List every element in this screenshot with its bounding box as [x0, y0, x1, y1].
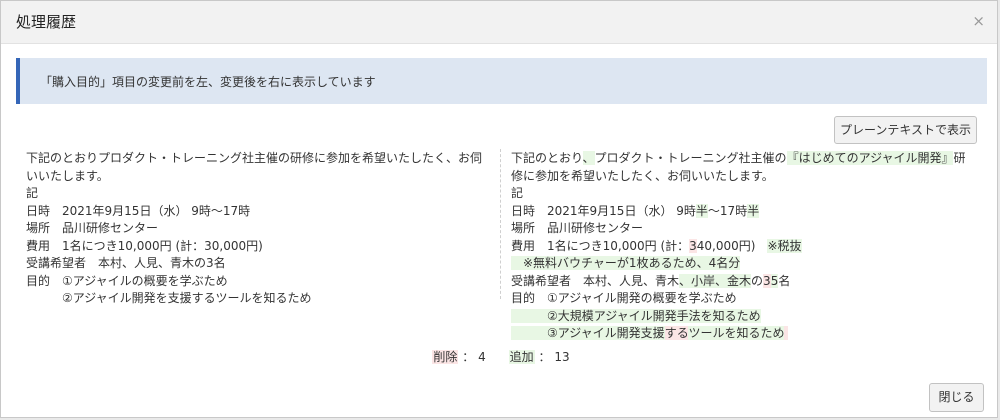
after-line: ③アジャイル開発支援するツールを知るため	[511, 325, 981, 343]
after-line: 目的 ①アジャイル開発の概要を学ぶため	[511, 290, 981, 308]
deleted-text: 3	[689, 238, 697, 253]
before-pane: 下記のとおりプロダクト・トレーニング社主催の研修に参加を希望いたしたく、お伺 いい…	[26, 150, 488, 308]
inserted-text: ③アジャイル開発支援	[511, 326, 665, 340]
after-line: 修に参加を希望いたしたく、お伺いいたします。	[511, 168, 981, 186]
before-line: 場所 品川研修センター	[26, 221, 159, 235]
before-line: 目的 ①アジャイルの概要を学ぶため	[26, 273, 228, 288]
deleted-text: 3	[763, 273, 771, 288]
unchanged-text: 研	[953, 151, 966, 165]
plain-text-button[interactable]: プレーンテキストで表示	[834, 116, 977, 144]
dialog-header: 処理履歴 ×	[1, 1, 997, 44]
deleted-sep: ：	[462, 350, 475, 364]
close-button[interactable]: 閉じる	[929, 383, 984, 412]
after-line: ②大規模アジャイル開発手法を知るため	[511, 308, 981, 326]
unchanged-text: 修に参加を希望いたしたく、お伺いいたします。	[511, 168, 774, 183]
unchanged-text: 日時 2021年9月15日（水） 9時	[511, 203, 696, 218]
before-line: 下記のとおりプロダクト・トレーニング社主催の研修に参加を希望いたしたく、お伺	[26, 151, 483, 165]
inserted-text: 半	[695, 203, 708, 218]
close-icon[interactable]: ×	[972, 12, 985, 30]
after-line: 場所 品川研修センター	[511, 220, 981, 238]
after-line: 費用 1名につき10,000円 (計：340,000円) ※税抜	[511, 238, 981, 256]
before-line: ②アジャイル開発を支援するツールを知るため	[26, 291, 312, 305]
unchanged-text: 記	[511, 186, 524, 200]
unchanged-text: 下記のとおり	[511, 151, 583, 165]
pane-divider	[500, 149, 501, 299]
before-line: 受講希望者 本村、人見、青木の3名	[26, 256, 226, 270]
inserted-text: ツールを知るため	[688, 326, 785, 340]
inserted-text: ②大規模アジャイル開発手法を知るため	[511, 308, 761, 323]
inserted-text: 、	[582, 151, 595, 165]
after-line: ※無料バウチャーが1枚あるため、4名分	[511, 255, 981, 273]
unchanged-text: プロダクト・トレーニング社主催の	[594, 151, 787, 165]
before-line: 日時 2021年9月15日（水） 9時～17時	[26, 203, 251, 218]
inserted-text: 半	[747, 203, 760, 218]
unchanged-text: の	[751, 273, 764, 288]
before-line: 費用 1名につき10,000円 (計：30,000円)	[26, 238, 263, 253]
info-notice: 「購入目的」項目の変更前を左、変更後を右に表示しています	[16, 58, 987, 104]
unchanged-text: 受講希望者 本村、人見、青木	[511, 273, 680, 288]
added-count: 13	[554, 350, 570, 364]
unchanged-text: ～17時	[707, 203, 748, 218]
history-dialog: 処理履歴 × 「購入目的」項目の変更前を左、変更後を右に表示しています プレーン…	[0, 0, 998, 418]
before-line: 記	[26, 186, 39, 200]
inserted-text: ※税抜	[767, 238, 802, 253]
after-line: 日時 2021年9月15日（水） 9時半～17時半	[511, 203, 981, 221]
deleted-count: 4	[478, 350, 486, 364]
after-line: 記	[511, 185, 981, 203]
unchanged-text: 場所 品川研修センター	[511, 221, 644, 235]
after-line: 受講希望者 本村、人見、青木、小岸、金木の35名	[511, 273, 981, 291]
deleted-text	[784, 326, 789, 340]
before-line: いいたします。	[26, 168, 109, 183]
inserted-text: 、小岸、金木	[679, 273, 752, 288]
dialog-title: 処理履歴	[16, 13, 77, 31]
after-line: 下記のとおり、プロダクト・トレーニング社主催の『はじめてのアジャイル開発』研	[511, 150, 981, 168]
deleted-label: 削除	[432, 350, 459, 364]
unchanged-text: 名	[778, 273, 791, 288]
notice-text: 「購入目的」項目の変更前を左、変更後を右に表示しています	[40, 75, 376, 89]
inserted-text: ※無料バウチャーが1枚あるため、4名分	[511, 256, 741, 270]
diff-summary: 削除 ： 4 追加 ： 13	[1, 348, 1000, 365]
unchanged-text: 費用 1名につき10,000円 (計：	[511, 238, 690, 253]
unchanged-text: 40,000円)	[696, 238, 768, 253]
after-pane: 下記のとおり、プロダクト・トレーニング社主催の『はじめてのアジャイル開発』研 修に…	[511, 150, 981, 343]
unchanged-text: 目的 ①アジャイル開発の概要を学ぶため	[511, 291, 737, 305]
deleted-text: する	[664, 326, 689, 340]
added-sep: ：	[538, 350, 551, 364]
inserted-text: 『はじめてのアジャイル開発』	[786, 151, 954, 165]
added-label: 追加	[508, 350, 535, 364]
